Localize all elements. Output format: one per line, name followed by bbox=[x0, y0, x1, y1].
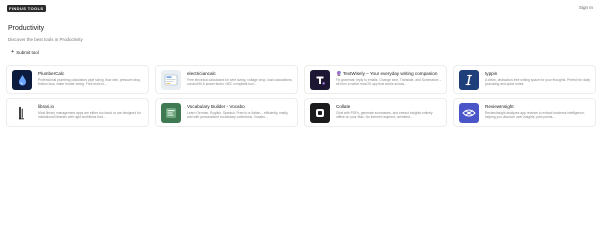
site-logo[interactable]: FINDUS TOOLS bbox=[7, 5, 46, 12]
tool-card[interactable]: 🔮 TextWisely – Your everyday writing com… bbox=[304, 65, 447, 94]
tool-description: Professional plumbing calculators pipe s… bbox=[38, 78, 141, 86]
tool-name: 🔮 TextWisely – Your everyday writing com… bbox=[336, 71, 438, 76]
page-title: Productivity bbox=[8, 25, 45, 32]
tool-card[interactable]: Collate Chat with PDFs, generate summari… bbox=[304, 98, 447, 127]
tool-card[interactable]: electriciancalc Free electrical calculat… bbox=[155, 65, 298, 94]
tool-name: typpin bbox=[485, 71, 498, 76]
tool-name: librari.io bbox=[38, 104, 55, 109]
textwisely-logo-icon bbox=[310, 70, 330, 90]
page-subtitle: Discover the best tools in Productivity bbox=[8, 37, 83, 42]
app-thumbnail-icon bbox=[161, 70, 181, 90]
tool-card[interactable]: typpin A clean, distraction-free writing… bbox=[453, 65, 596, 94]
tool-description: Learn German, English, Spanish, French o… bbox=[187, 111, 289, 119]
cursor-i-icon bbox=[459, 70, 479, 90]
droplet-icon bbox=[12, 70, 32, 90]
tool-name: electriciancalc bbox=[187, 71, 216, 76]
tool-name: Vocabulary Builder - Vocabo bbox=[187, 104, 245, 109]
submit-tool-button[interactable]: + Submit tool bbox=[11, 49, 39, 55]
collate-app-icon bbox=[310, 103, 330, 123]
tool-description: Free electrical calculators for wire siz… bbox=[187, 78, 293, 86]
plus-icon: + bbox=[11, 49, 15, 55]
submit-tool-label: Submit tool bbox=[16, 50, 39, 55]
tool-description: Chat with PDFs, generate summaries, and … bbox=[336, 111, 433, 119]
tool-description: ReviewInsight analyzes app reviews to ex… bbox=[485, 111, 585, 119]
tool-description: Most library management apps are either … bbox=[38, 111, 141, 119]
book-spine-icon bbox=[12, 103, 32, 123]
top-bar: FINDUS TOOLS Sign In bbox=[0, 0, 600, 16]
sign-in-link[interactable]: Sign In bbox=[579, 5, 593, 10]
tool-card[interactable]: librari.io Most library management apps … bbox=[6, 98, 149, 127]
tool-card[interactable]: Vocabulary Builder - Vocabo Learn German… bbox=[155, 98, 298, 127]
eye-insight-icon bbox=[459, 103, 479, 123]
tool-description: Fix grammar, reply to emails, Change ton… bbox=[336, 78, 442, 86]
tool-name: Collate bbox=[336, 104, 351, 109]
tool-name: PlumberCalc bbox=[38, 71, 65, 76]
tool-name: ReviewInsight bbox=[485, 104, 514, 109]
tool-description: A clean, distraction-free writing space … bbox=[485, 78, 591, 86]
tool-card[interactable]: ReviewInsight ReviewInsight analyzes app… bbox=[453, 98, 596, 127]
vocabo-app-icon bbox=[161, 103, 181, 123]
tool-card[interactable]: PlumberCalc Professional plumbing calcul… bbox=[6, 65, 149, 94]
